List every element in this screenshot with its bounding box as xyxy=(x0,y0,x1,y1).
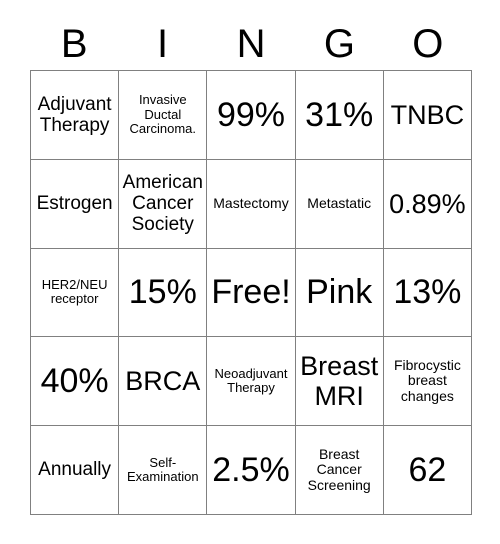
bingo-cell-text: 0.89% xyxy=(389,188,466,219)
bingo-card: B I N G O Adjuvant Therapy Invasive Duct… xyxy=(0,0,500,544)
bingo-cell-r4c4[interactable]: Breast MRI xyxy=(295,337,384,427)
bingo-cell-text: Free! xyxy=(211,273,291,312)
bingo-cell-text: 40% xyxy=(40,362,109,401)
bingo-cell-text: Pink xyxy=(306,273,373,312)
bingo-cell-text: Invasive Ductal Carcinoma. xyxy=(129,92,197,137)
bingo-cell-text: Adjuvant Therapy xyxy=(37,93,112,136)
bingo-cell-text: HER2/NEU receptor xyxy=(41,276,108,307)
bingo-cell-text: Annually xyxy=(38,459,112,481)
bingo-grid: Adjuvant Therapy Invasive Ductal Carcino… xyxy=(30,70,472,515)
bingo-cell-text: 2.5% xyxy=(212,451,290,490)
bingo-cell-r5c5[interactable]: 62 xyxy=(383,426,472,515)
bingo-cell-r4c3[interactable]: Neoadjuvant Therapy xyxy=(207,337,296,427)
bingo-cell-r3c2[interactable]: 15% xyxy=(119,248,208,338)
bingo-cell-text: 99% xyxy=(216,95,286,134)
bingo-header-letter-i: I xyxy=(157,22,169,66)
bingo-cell-text: Breast Cancer Screening xyxy=(307,445,371,493)
bingo-cell-r2c5[interactable]: 0.89% xyxy=(383,159,472,249)
bingo-cell-r3c3-free[interactable]: Free! xyxy=(207,248,296,338)
bingo-cell-r4c1[interactable]: 40% xyxy=(31,337,120,427)
bingo-cell-r4c5[interactable]: Fibrocystic breast changes xyxy=(383,337,472,427)
bingo-header-letter-g: G xyxy=(323,22,355,66)
bingo-cell-text: Mastectomy xyxy=(213,194,289,211)
bingo-cell-r5c3[interactable]: 2.5% xyxy=(207,426,296,515)
bingo-cell-r2c2[interactable]: American Cancer Society xyxy=(119,159,208,249)
bingo-cell-text: 13% xyxy=(393,273,462,312)
bingo-cell-r4c2[interactable]: BRCA xyxy=(119,337,208,427)
bingo-cell-text: Fibrocystic breast changes xyxy=(393,356,461,405)
bingo-cell-r3c1[interactable]: HER2/NEU receptor xyxy=(31,248,120,338)
bingo-cell-r5c1[interactable]: Annually xyxy=(31,426,120,515)
bingo-cell-r1c4[interactable]: 31% xyxy=(295,71,384,160)
bingo-cell-r5c2[interactable]: Self-Examination xyxy=(119,426,208,515)
bingo-cell-r2c1[interactable]: Estrogen xyxy=(31,159,120,249)
bingo-header-letter-o: O xyxy=(412,22,444,66)
bingo-cell-r1c5[interactable]: TNBC xyxy=(383,71,472,160)
bingo-cell-r1c3[interactable]: 99% xyxy=(207,71,296,160)
bingo-cell-text: American Cancer Society xyxy=(122,171,203,236)
bingo-cell-r3c5[interactable]: 13% xyxy=(383,248,472,338)
bingo-cell-r1c1[interactable]: Adjuvant Therapy xyxy=(31,71,120,160)
bingo-cell-r2c4[interactable]: Metastatic xyxy=(295,159,384,249)
bingo-cell-r1c2[interactable]: Invasive Ductal Carcinoma. xyxy=(119,71,208,160)
bingo-cell-r5c4[interactable]: Breast Cancer Screening xyxy=(295,426,384,515)
bingo-cell-text: Breast MRI xyxy=(300,351,379,412)
bingo-header-letter-b: B xyxy=(60,22,88,66)
bingo-cell-text: 15% xyxy=(128,273,197,312)
bingo-cell-text: BRCA xyxy=(125,366,201,397)
bingo-cell-text: TNBC xyxy=(390,99,465,130)
bingo-cell-text: Metastatic xyxy=(307,194,372,211)
bingo-cell-r3c4[interactable]: Pink xyxy=(295,248,384,338)
bingo-cell-text: Neoadjuvant Therapy xyxy=(214,365,288,396)
bingo-header-row: B I N G O xyxy=(30,18,472,70)
bingo-cell-text: Estrogen xyxy=(36,193,113,215)
bingo-cell-r2c3[interactable]: Mastectomy xyxy=(207,159,296,249)
bingo-header-letter-n: N xyxy=(236,22,266,66)
bingo-cell-text: Self-Examination xyxy=(127,454,199,485)
bingo-cell-text: 62 xyxy=(408,451,447,490)
bingo-cell-text: 31% xyxy=(305,95,374,134)
